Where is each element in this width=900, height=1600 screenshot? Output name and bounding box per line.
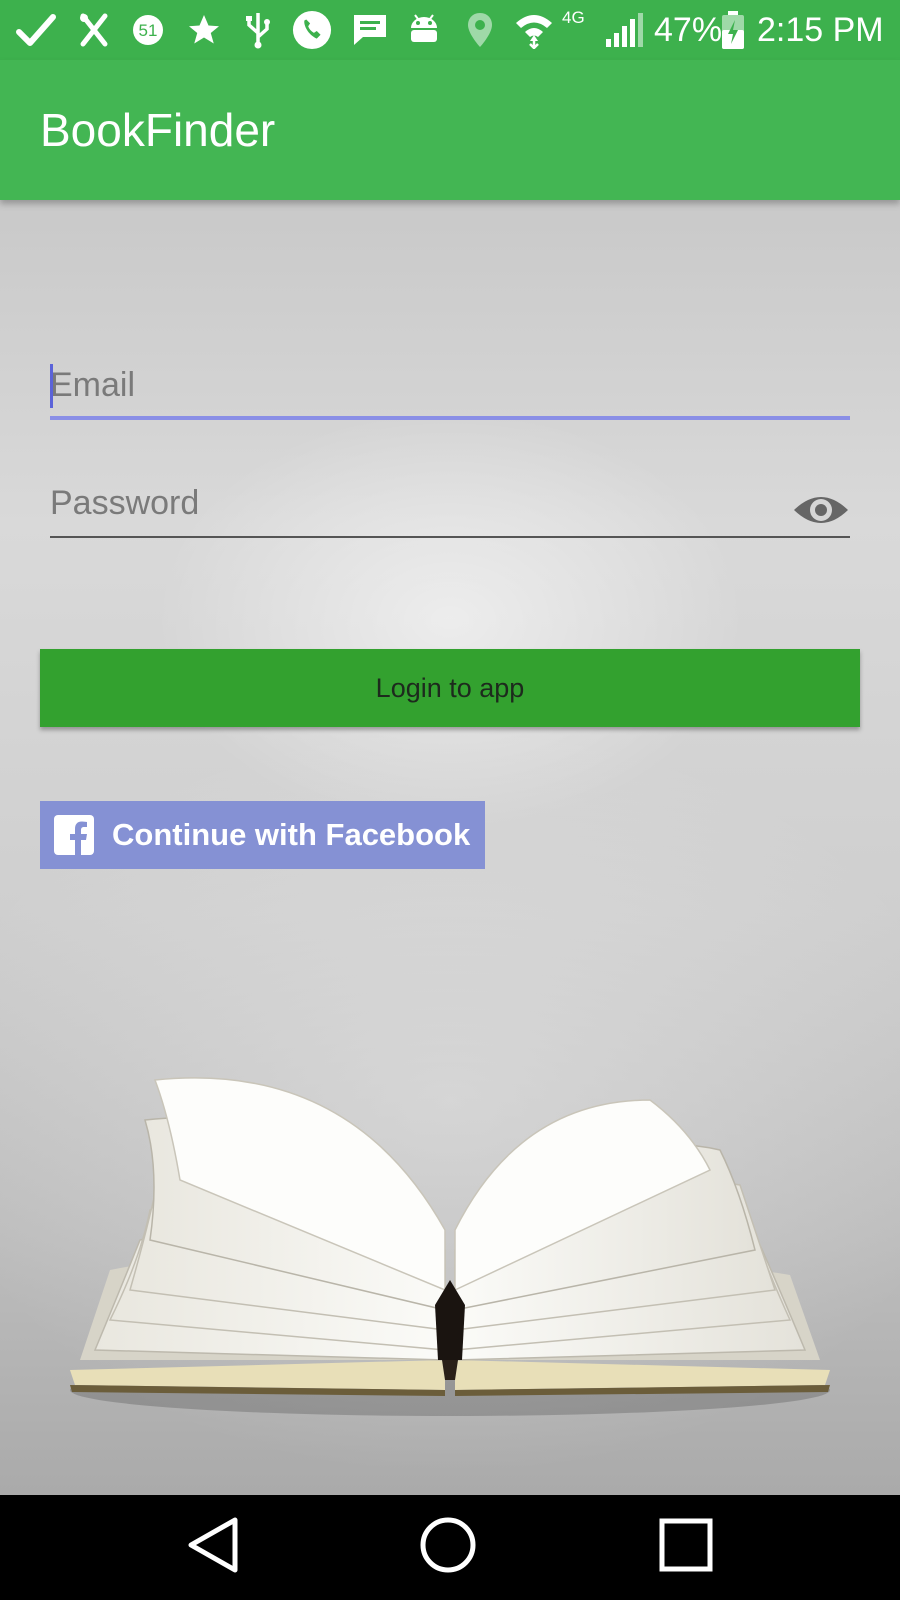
password-underline [50, 536, 850, 538]
status-bar: 51 4G 47% 2:15 PM [0, 0, 900, 60]
wifi-icon [514, 10, 554, 50]
message-icon [350, 10, 390, 50]
open-book-illustration [70, 1077, 830, 1416]
recents-icon[interactable] [656, 1515, 726, 1581]
email-underline [50, 416, 850, 420]
text-cursor [50, 364, 53, 408]
battery-percent: 47% [654, 11, 723, 49]
badge-icon: 51 [128, 10, 168, 50]
home-icon[interactable] [418, 1515, 488, 1581]
battery-icon [718, 10, 748, 50]
navigation-bar [0, 1495, 900, 1600]
show-password-eye-icon[interactable] [792, 490, 850, 530]
signal-icon [604, 10, 644, 50]
star-icon [184, 10, 224, 50]
back-icon[interactable] [185, 1515, 255, 1581]
facebook-logo-icon [54, 815, 94, 855]
usb-icon [238, 10, 278, 50]
login-screen: Login to app Continue with Facebook [0, 200, 900, 1495]
phone-icon [292, 10, 332, 50]
email-field-container [50, 360, 850, 420]
notification-badge-text: 51 [139, 21, 158, 40]
location-icon [460, 10, 500, 50]
facebook-button-label: Continue with Facebook [112, 817, 471, 852]
password-field-container [50, 478, 850, 538]
login-button[interactable]: Login to app [40, 649, 860, 727]
clock: 2:15 PM [757, 11, 884, 49]
password-input[interactable] [50, 478, 850, 528]
app-bar: BookFinder [0, 60, 900, 200]
facebook-login-button[interactable]: Continue with Facebook [40, 801, 485, 869]
android-icon [404, 10, 444, 50]
tools-icon [74, 10, 114, 50]
check-icon [16, 10, 56, 50]
screen: 51 4G 47% 2:15 PM BookFinder Email Login… [0, 0, 900, 1600]
email-input[interactable] [50, 360, 850, 410]
app-title: BookFinder [40, 104, 276, 156]
network-type-label: 4G [562, 8, 585, 27]
